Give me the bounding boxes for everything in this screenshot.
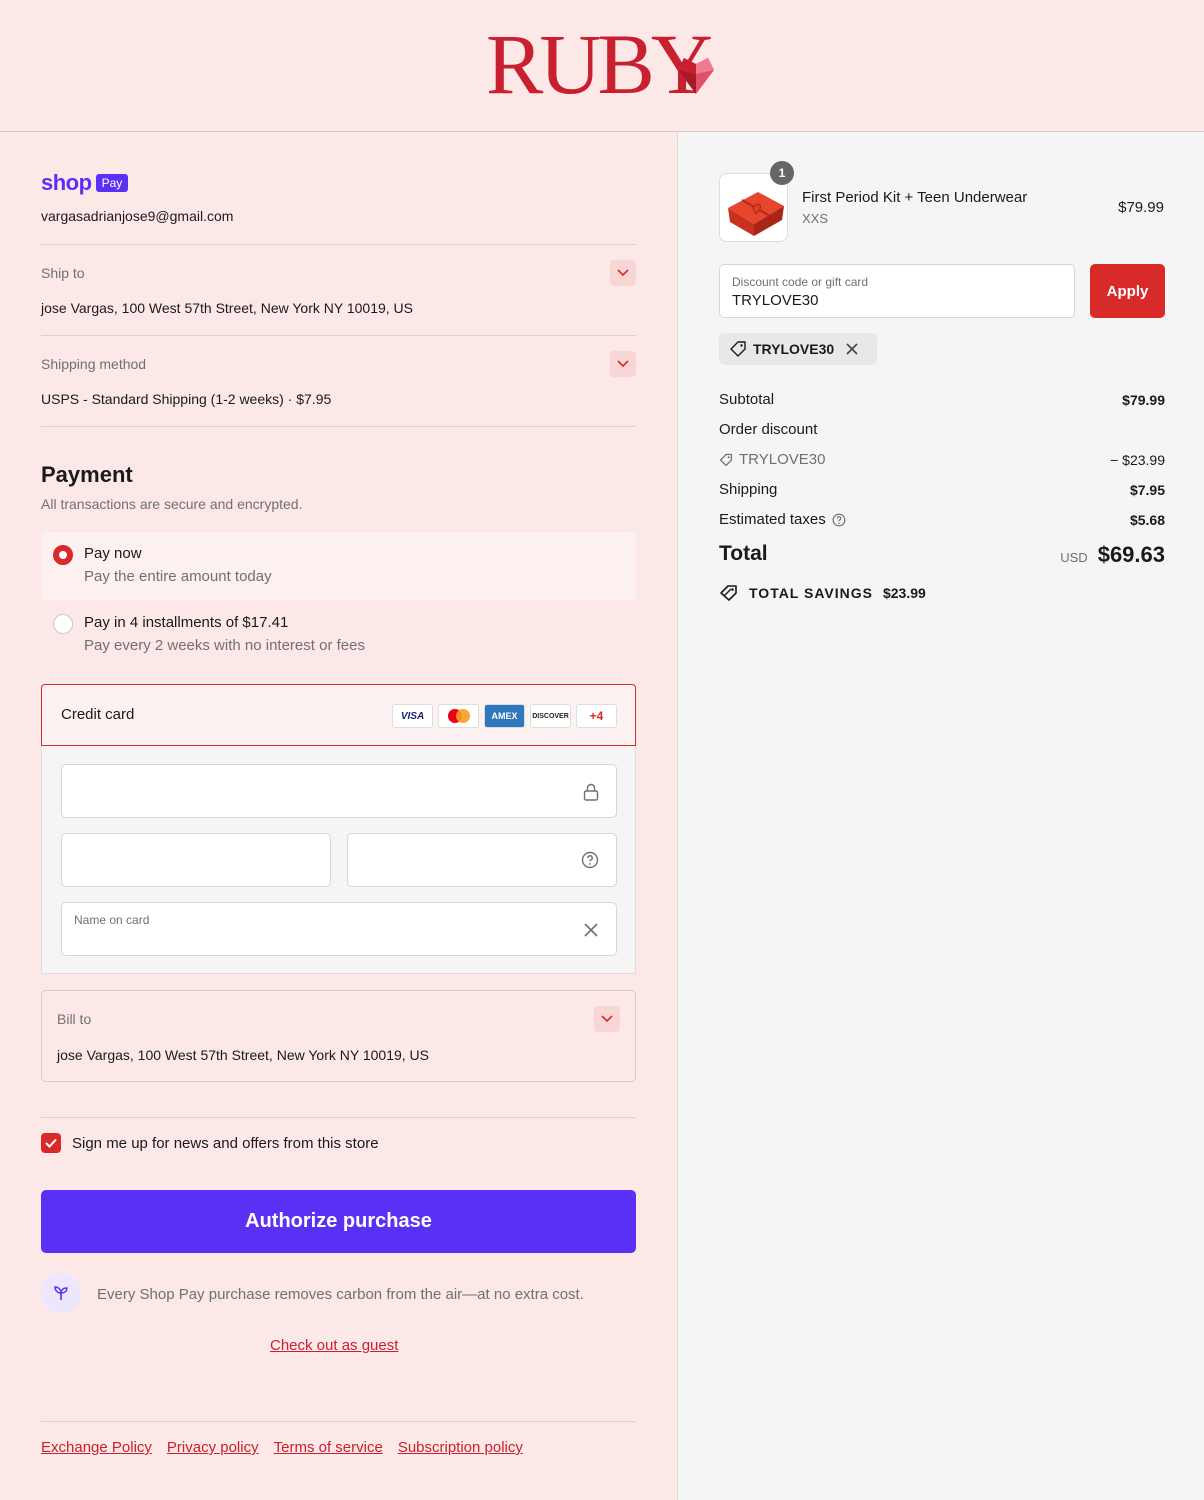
- checkmark-icon: [45, 1138, 57, 1148]
- estimated-taxes-row: Estimated taxes: [719, 511, 846, 528]
- divider: [41, 335, 636, 336]
- pay-pill: Pay: [95, 174, 129, 192]
- remove-discount-icon[interactable]: [846, 343, 858, 355]
- tag-icon: [730, 341, 746, 357]
- help-circle-icon[interactable]: [832, 513, 846, 527]
- order-discount-label: Order discount: [719, 421, 818, 438]
- divider: [41, 426, 636, 427]
- total-amount: $69.63: [1097, 542, 1165, 567]
- shop-pay-logo: shop Pay: [41, 170, 129, 196]
- ship-to-label: Ship to: [41, 265, 85, 281]
- discount-code-value: TRYLOVE30: [732, 292, 819, 309]
- pay-now-title: Pay now: [84, 545, 142, 562]
- pay-installments-subtitle: Pay every 2 weeks with no interest or fe…: [84, 637, 365, 654]
- security-code-field[interactable]: [347, 833, 617, 887]
- credit-card-label: Credit card: [61, 706, 135, 723]
- bill-to-section: Bill to jose Vargas, 100 West 57th Stree…: [41, 990, 636, 1082]
- account-email: vargasadrianjose9@gmail.com: [41, 208, 234, 224]
- exchange-policy-link[interactable]: Exchange Policy: [41, 1439, 152, 1456]
- ship-to-address: jose Vargas, 100 West 57th Street, New Y…: [41, 300, 413, 316]
- applied-discount-code: TRYLOVE30: [753, 341, 835, 357]
- apply-discount-button[interactable]: Apply: [1090, 264, 1165, 318]
- payment-subtitle: All transactions are secure and encrypte…: [41, 496, 303, 512]
- discover-icon: DISCOVER: [530, 704, 571, 728]
- amex-icon: AMEX: [484, 704, 525, 728]
- divider: [41, 1117, 636, 1118]
- bill-to-expand-button[interactable]: [594, 1006, 620, 1032]
- total-savings-value: $23.99: [882, 585, 926, 601]
- divider: [41, 244, 636, 245]
- currency-code: USD: [1060, 550, 1088, 565]
- subscription-policy-link[interactable]: Subscription policy: [398, 1439, 523, 1456]
- chevron-down-icon: [617, 360, 629, 368]
- pay-now-subtitle: Pay the entire amount today: [84, 568, 272, 585]
- shipping-method-label: Shipping method: [41, 356, 147, 372]
- discount-line-code: TRYLOVE30: [739, 451, 826, 468]
- estimated-taxes-label: Estimated taxes: [719, 511, 826, 528]
- help-circle-icon[interactable]: [581, 851, 599, 869]
- tag-icon: [719, 453, 733, 466]
- close-icon[interactable]: [584, 923, 598, 937]
- pay-now-radio[interactable]: [53, 545, 73, 565]
- footer-links: Exchange Policy Privacy policy Terms of …: [41, 1439, 523, 1456]
- total-label: Total: [719, 542, 768, 565]
- pay-installments-title: Pay in 4 installments of $17.41: [84, 614, 289, 631]
- brand-logo[interactable]: RUBY: [486, 21, 714, 107]
- tag-icon: [720, 585, 737, 601]
- mastercard-icon: [438, 704, 479, 728]
- discount-code-label: Discount code or gift card: [732, 275, 869, 289]
- more-cards-badge: +4: [576, 704, 617, 728]
- newsletter-label[interactable]: Sign me up for news and offers from this…: [72, 1135, 379, 1152]
- chevron-down-icon: [617, 269, 629, 277]
- total-amount-group: USD $69.63: [1060, 542, 1165, 568]
- name-on-card-label: Name on card: [74, 913, 150, 927]
- checkout-form: shop Pay vargasadrianjose9@gmail.com Shi…: [0, 132, 677, 1500]
- total-savings-label: TOTAL SAVINGS: [749, 585, 873, 601]
- header: RUBY: [0, 0, 1204, 132]
- card-number-field[interactable]: [61, 764, 617, 818]
- pay-installments-option[interactable]: Pay in 4 installments of $17.41 Pay ever…: [41, 602, 636, 664]
- carbon-removal-text: Every Shop Pay purchase removes carbon f…: [97, 1286, 584, 1303]
- bill-to-address: jose Vargas, 100 West 57th Street, New Y…: [57, 1047, 429, 1063]
- bill-to-label: Bill to: [57, 1011, 92, 1027]
- leaf-icon: [41, 1273, 81, 1313]
- lock-icon: [583, 783, 599, 801]
- product-price: $79.99: [1118, 199, 1164, 216]
- subtotal-label: Subtotal: [719, 391, 775, 408]
- product-variant: XXS: [802, 211, 829, 226]
- total-savings: TOTAL SAVINGS $23.99: [719, 584, 926, 602]
- shipping-method-expand-button[interactable]: [610, 351, 636, 377]
- chevron-down-icon: [601, 1015, 613, 1023]
- visa-icon: VISA: [392, 704, 433, 728]
- shipping-method-value: USPS - Standard Shipping (1-2 weeks) · $…: [41, 391, 332, 407]
- discount-line: TRYLOVE30: [719, 451, 825, 468]
- authorize-purchase-button[interactable]: Authorize purchase: [41, 1190, 636, 1253]
- divider: [41, 1421, 636, 1422]
- product-name: First Period Kit + Teen Underwear: [802, 189, 1028, 206]
- applied-discount-chip: TRYLOVE30: [719, 333, 877, 365]
- credit-card-option[interactable]: Credit card VISA AMEX DISCOVER +4: [41, 684, 636, 746]
- payment-title: Payment: [41, 462, 133, 487]
- subtotal-value: $79.99: [1122, 392, 1165, 408]
- name-on-card-field[interactable]: Name on card: [61, 902, 617, 956]
- order-summary: 1 First Period Kit + Teen Underwear XXS …: [677, 132, 1204, 1500]
- pay-now-option[interactable]: Pay now Pay the entire amount today: [41, 532, 636, 600]
- terms-of-service-link[interactable]: Terms of service: [274, 1439, 383, 1456]
- shop-wordmark: shop: [41, 170, 92, 195]
- heart-gem-icon: [678, 58, 714, 94]
- estimated-taxes-value: $5.68: [1129, 512, 1165, 528]
- discount-line-amount: − $23.99: [1110, 452, 1165, 468]
- card-fields-panel: Name on card: [41, 746, 636, 974]
- ship-to-expand-button[interactable]: [610, 260, 636, 286]
- quantity-badge: 1: [770, 161, 794, 185]
- discount-code-input[interactable]: Discount code or gift card TRYLOVE30: [719, 264, 1075, 318]
- expiration-date-field[interactable]: [61, 833, 331, 887]
- shipping-value: $7.95: [1129, 482, 1165, 498]
- shipping-label: Shipping: [719, 481, 778, 498]
- newsletter-checkbox[interactable]: [41, 1133, 61, 1153]
- pay-installments-radio[interactable]: [53, 614, 73, 634]
- checkout-as-guest-link[interactable]: Check out as guest: [270, 1337, 398, 1354]
- privacy-policy-link[interactable]: Privacy policy: [167, 1439, 259, 1456]
